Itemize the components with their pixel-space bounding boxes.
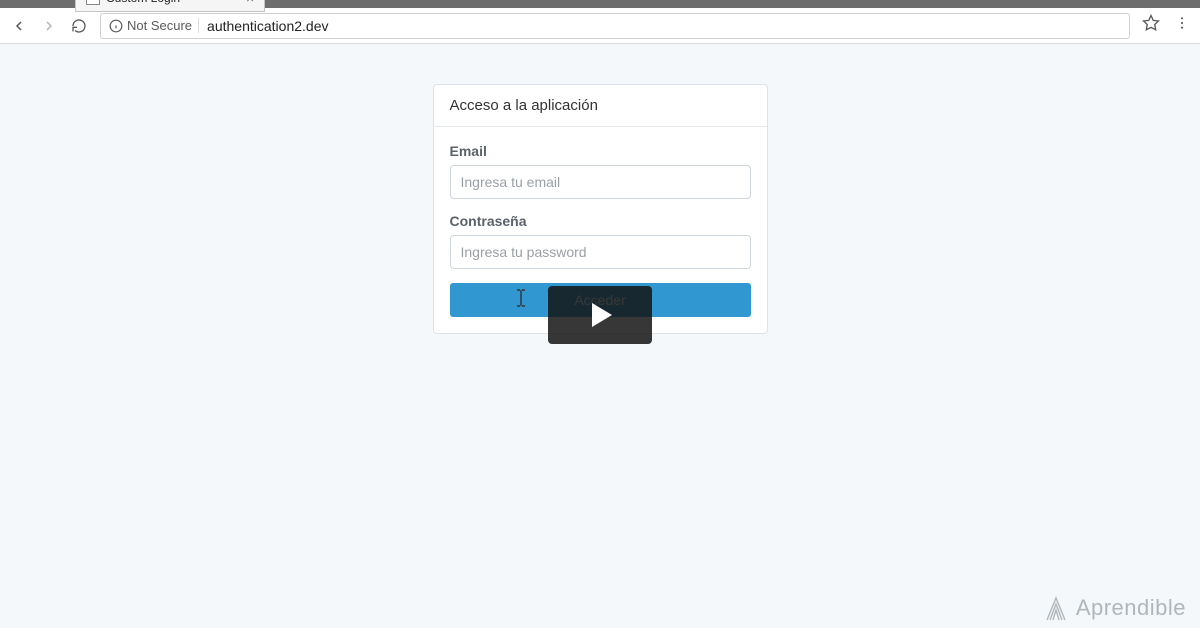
security-badge: Not Secure (109, 18, 199, 33)
address-bar[interactable]: Not Secure authentication2.dev (100, 13, 1130, 39)
browser-tab[interactable]: Custom Login × (75, 0, 265, 12)
tab-favicon (86, 0, 100, 5)
watermark-text: Aprendible (1076, 595, 1186, 621)
reload-button[interactable] (70, 17, 88, 35)
video-play-button[interactable] (548, 286, 652, 344)
watermark: Aprendible (1044, 594, 1186, 622)
close-icon[interactable]: × (246, 0, 254, 6)
password-field[interactable] (450, 235, 751, 269)
star-icon[interactable] (1142, 14, 1160, 37)
browser-toolbar: Not Secure authentication2.dev (0, 8, 1200, 44)
back-button[interactable] (10, 17, 28, 35)
email-field[interactable] (450, 165, 751, 199)
menu-icon[interactable] (1174, 15, 1190, 36)
tab-title: Custom Login (106, 0, 180, 5)
play-icon (592, 303, 612, 327)
url-text: authentication2.dev (207, 18, 328, 34)
forward-button[interactable] (40, 17, 58, 35)
info-icon (109, 19, 123, 33)
panel-title: Acceso a la aplicación (434, 85, 767, 127)
brand-logo-icon (1044, 594, 1068, 622)
password-label: Contraseña (450, 213, 751, 229)
security-label: Not Secure (127, 18, 192, 33)
email-label: Email (450, 143, 751, 159)
